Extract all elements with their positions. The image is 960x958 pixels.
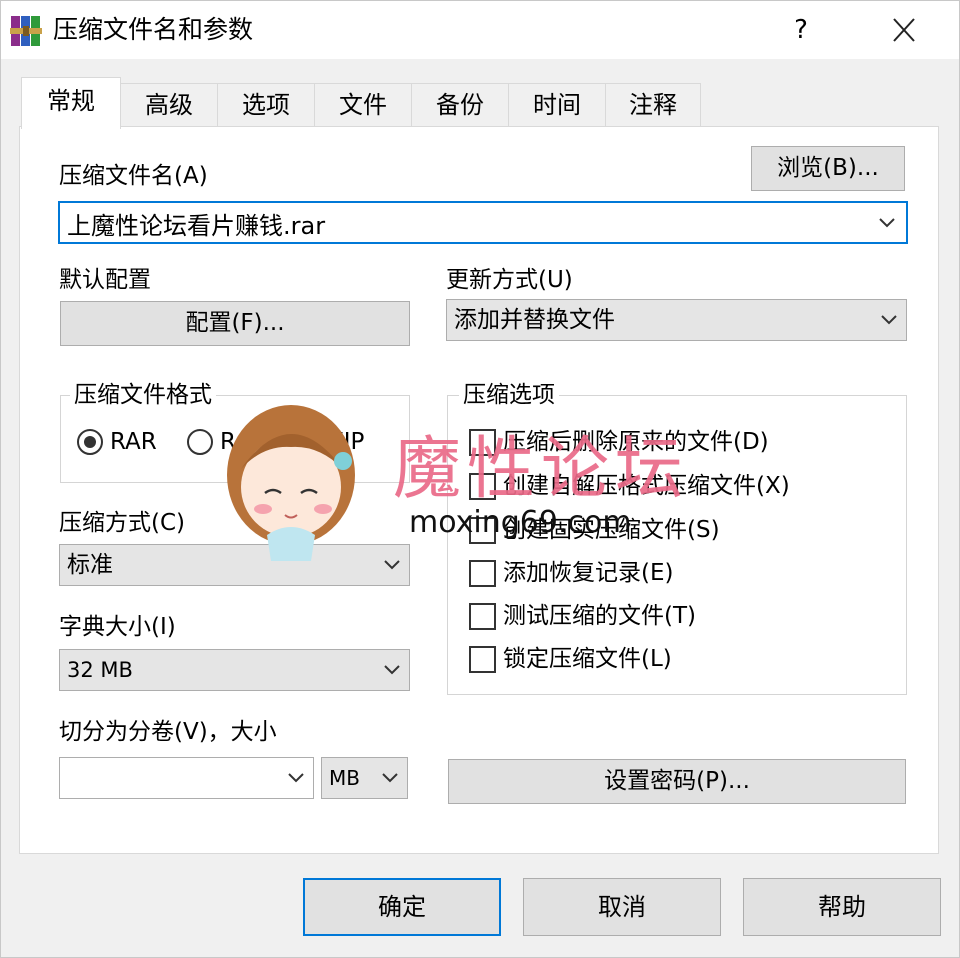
chevron-down-icon[interactable] <box>383 559 401 571</box>
tab-time[interactable]: 时间 <box>508 83 606 127</box>
volume-unit-select[interactable]: MB <box>321 757 408 799</box>
dictionary-size-value: 32 MB <box>67 658 133 682</box>
winrar-app-icon <box>10 16 42 46</box>
browse-button[interactable]: 浏览(B)... <box>751 146 905 191</box>
window-title: 压缩文件名和参数 <box>53 15 254 44</box>
archiving-options-title: 压缩选项 <box>459 380 559 410</box>
watermark-url: moxing69.com <box>409 505 632 540</box>
update-mode-label: 更新方式(U) <box>446 267 573 293</box>
split-volumes-label: 切分为分卷(V)，大小 <box>59 719 277 745</box>
chevron-down-icon[interactable] <box>383 664 401 676</box>
close-button[interactable] <box>881 11 927 49</box>
tab-backup[interactable]: 备份 <box>411 83 509 127</box>
ok-button[interactable]: 确定 <box>303 878 501 936</box>
help-title-button[interactable]: ? <box>779 11 823 49</box>
tab-advanced[interactable]: 高级 <box>120 83 218 127</box>
lock-archive-label[interactable]: 锁定压缩文件(L) <box>503 644 672 674</box>
profile-label: 默认配置 <box>59 267 151 293</box>
tab-comment[interactable]: 注释 <box>605 83 701 127</box>
tab-options[interactable]: 选项 <box>217 83 315 127</box>
tab-general[interactable]: 常规 <box>21 77 121 129</box>
archive-name-input[interactable]: 上魔性论坛看片赚钱.rar <box>67 206 325 241</box>
recovery-record-checkbox[interactable] <box>469 560 496 587</box>
tab-files[interactable]: 文件 <box>314 83 412 127</box>
volume-size-combo[interactable] <box>59 757 314 799</box>
cancel-button[interactable]: 取消 <box>523 878 721 936</box>
archive-name-label: 压缩文件名(A) <box>59 163 208 189</box>
format-rar5-radio[interactable] <box>187 429 213 455</box>
test-files-label[interactable]: 测试压缩的文件(T) <box>503 601 696 631</box>
chevron-down-icon[interactable] <box>880 314 898 326</box>
dictionary-size-label: 字典大小(I) <box>59 614 176 640</box>
help-button[interactable]: 帮助 <box>743 878 941 936</box>
update-mode-select[interactable]: 添加并替换文件 <box>446 299 907 341</box>
update-mode-value: 添加并替换文件 <box>454 307 615 333</box>
compression-method-value: 标准 <box>67 552 113 578</box>
chevron-down-icon[interactable] <box>878 217 896 229</box>
archive-format-title: 压缩文件格式 <box>70 380 216 410</box>
dialog-window: 压缩文件名和参数 ? 常规 高级 选项 文件 备份 时间 注释 压缩文件名(A)… <box>0 0 960 958</box>
close-icon <box>893 18 915 42</box>
watermark-text: 魔性论坛 <box>393 430 690 509</box>
archive-name-combo[interactable]: 上魔性论坛看片赚钱.rar <box>58 201 908 244</box>
cartoon-girl-sticker <box>227 405 355 561</box>
chevron-down-icon[interactable] <box>381 772 399 784</box>
profiles-button[interactable]: 配置(F)... <box>60 301 410 346</box>
title-bar: 压缩文件名和参数 ? <box>1 1 959 59</box>
set-password-button[interactable]: 设置密码(P)... <box>448 759 906 804</box>
volume-unit-value: MB <box>329 766 360 790</box>
compression-method-label: 压缩方式(C) <box>59 510 186 536</box>
lock-archive-checkbox[interactable] <box>469 646 496 673</box>
format-rar-radio[interactable] <box>77 429 103 455</box>
dictionary-size-select[interactable]: 32 MB <box>59 649 410 691</box>
format-rar-label[interactable]: RAR <box>110 427 157 457</box>
chevron-down-icon[interactable] <box>287 772 305 784</box>
test-files-checkbox[interactable] <box>469 603 496 630</box>
recovery-record-label[interactable]: 添加恢复记录(E) <box>503 558 673 588</box>
